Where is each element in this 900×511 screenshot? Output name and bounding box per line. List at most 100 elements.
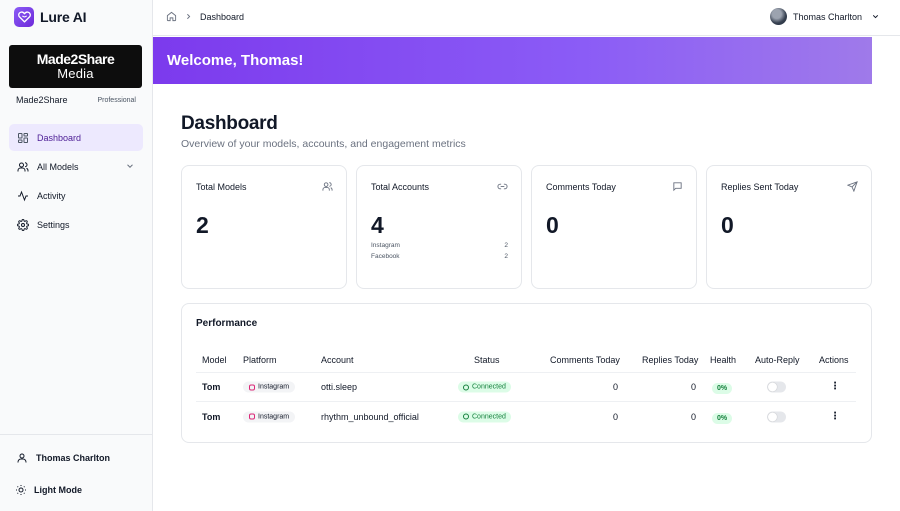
chevron-down-icon xyxy=(872,15,879,19)
account-cell: otti.sleep xyxy=(321,382,358,392)
org-banner-line1: Made2Share xyxy=(36,51,115,67)
column-header: Status xyxy=(474,354,500,365)
column-header: Replies Today xyxy=(642,354,699,365)
performance-table: Model Platform Account Status Comments T… xyxy=(196,347,856,431)
users-icon xyxy=(17,161,29,171)
auto-reply-toggle[interactable] xyxy=(767,381,786,393)
stat-card-total-models: Total Models 2 xyxy=(181,165,347,289)
platform-badge: Instagram xyxy=(243,381,296,393)
comments-today-cell: 0 xyxy=(612,382,618,392)
sidebar-item-label: Settings xyxy=(37,219,70,230)
sidebar-item-label: Dashboard xyxy=(37,132,82,143)
users-icon xyxy=(322,182,333,191)
plan-label: Professional xyxy=(97,96,136,104)
brand[interactable]: Lure AI xyxy=(14,7,87,27)
health-value: 0% xyxy=(712,412,733,424)
card-title: Comments Today xyxy=(546,182,616,192)
sidebar-user-profile[interactable]: Thomas Charlton xyxy=(16,452,110,464)
brand-name: Lure AI xyxy=(40,9,87,25)
account-cell: rhythm_unbound_official xyxy=(321,411,419,422)
replies-today-cell: 0 xyxy=(690,411,696,422)
comments-today-cell: 0 xyxy=(612,411,618,422)
health-badge: 0% xyxy=(712,382,733,394)
org-banner-line2: Media xyxy=(57,66,94,81)
organization-card[interactable]: Made2Share Media Made2Share Professional xyxy=(9,45,143,109)
platform-label: Instagram xyxy=(258,383,290,391)
sidebar-item-dashboard[interactable]: Dashboard xyxy=(9,124,143,151)
column-header: Model xyxy=(202,354,227,365)
page-title: Dashboard xyxy=(181,113,278,134)
chevron-right-icon xyxy=(187,13,191,20)
more-actions-icon[interactable]: ⋮ xyxy=(830,382,840,392)
sidebar-item-activity[interactable]: Activity xyxy=(9,182,143,209)
table-header: Model Platform Account Status Comments T… xyxy=(196,347,856,373)
card-title: Total Models xyxy=(196,182,247,192)
gear-icon xyxy=(17,218,29,231)
model-cell: Tom xyxy=(202,382,221,392)
performance-title: Performance xyxy=(196,318,258,329)
home-icon[interactable] xyxy=(166,11,177,22)
breakdown-value: 2 xyxy=(504,242,508,249)
welcome-text: Welcome, Thomas! xyxy=(167,52,304,69)
sidebar-footer: Thomas Charlton Light Mode xyxy=(0,434,152,495)
theme-toggle-label: Light Mode xyxy=(34,485,82,495)
card-value: 2 xyxy=(196,212,209,238)
breakdown-label: Instagram xyxy=(371,242,400,249)
column-header: Health xyxy=(710,354,737,365)
status-badge: Connected xyxy=(458,381,511,393)
stat-card-total-accounts: Total Accounts 4 Instagram 2 Facebook 2 xyxy=(356,165,522,289)
theme-toggle[interactable]: Light Mode xyxy=(15,484,82,496)
welcome-banner: Welcome, Thomas! xyxy=(153,37,872,84)
page-subtitle: Overview of your models, accounts, and e… xyxy=(181,138,466,150)
performance-panel: Performance Model Platform Account Statu… xyxy=(181,303,872,443)
stat-card-comments-today: Comments Today 0 xyxy=(531,165,697,289)
organization-logo: Made2Share Media xyxy=(9,45,142,88)
replies-today-cell: 0 xyxy=(690,382,696,392)
column-header: Platform xyxy=(243,354,277,365)
instagram-icon xyxy=(249,384,255,390)
card-title: Replies Sent Today xyxy=(721,182,799,192)
status-label: Connected xyxy=(472,413,506,420)
card-title: Total Accounts xyxy=(371,182,430,192)
sidebar-user-name: Thomas Charlton xyxy=(36,453,111,463)
user-menu-name: Thomas Charlton xyxy=(792,11,862,22)
breakdown-row-instagram: Instagram 2 xyxy=(371,242,508,249)
status-badge: Connected xyxy=(458,411,511,422)
message-icon xyxy=(673,182,682,192)
sidebar-item-all-models[interactable]: All Models xyxy=(9,153,143,180)
card-value: 4 xyxy=(371,212,384,238)
activity-icon xyxy=(18,190,28,201)
platform-badge: Instagram xyxy=(243,411,296,422)
breadcrumb-current: Dashboard xyxy=(200,11,245,22)
auto-reply-toggle[interactable] xyxy=(767,411,786,422)
column-header: Account xyxy=(321,354,354,365)
sun-icon xyxy=(16,485,26,495)
sidebar-item-label: All Models xyxy=(37,161,79,172)
status-label: Connected xyxy=(472,383,506,391)
user-icon xyxy=(17,453,27,463)
breakdown-row-facebook: Facebook 2 xyxy=(371,253,508,260)
instagram-icon xyxy=(249,413,255,420)
grid-icon xyxy=(18,132,28,143)
stat-card-replies-sent-today: Replies Sent Today 0 xyxy=(706,165,872,289)
send-icon xyxy=(847,181,858,192)
table-row: Tom Instagram otti.sleep Connected 0 0 0… xyxy=(196,373,856,402)
organization-name: Made2Share xyxy=(16,95,68,105)
breadcrumb: Dashboard xyxy=(166,11,244,22)
chevron-down-icon[interactable] xyxy=(125,161,135,171)
breakdown-label: Facebook xyxy=(371,253,400,260)
check-circle-icon xyxy=(463,413,469,420)
avatar xyxy=(769,8,787,25)
check-circle-icon xyxy=(463,384,469,390)
platform-label: Instagram xyxy=(258,413,290,420)
heart-logo-icon xyxy=(14,7,34,27)
health-value: 0% xyxy=(712,383,733,394)
table-row: Tom Instagram rhythm_unbound_official Co… xyxy=(196,402,856,431)
sidebar-item-label: Activity xyxy=(37,190,66,201)
user-menu[interactable]: Thomas Charlton xyxy=(769,8,880,25)
more-actions-icon[interactable]: ⋮ xyxy=(830,411,840,422)
card-value: 0 xyxy=(546,212,559,238)
link-icon xyxy=(497,183,508,190)
breakdown-value: 2 xyxy=(504,253,508,260)
sidebar-item-settings[interactable]: Settings xyxy=(9,211,143,238)
